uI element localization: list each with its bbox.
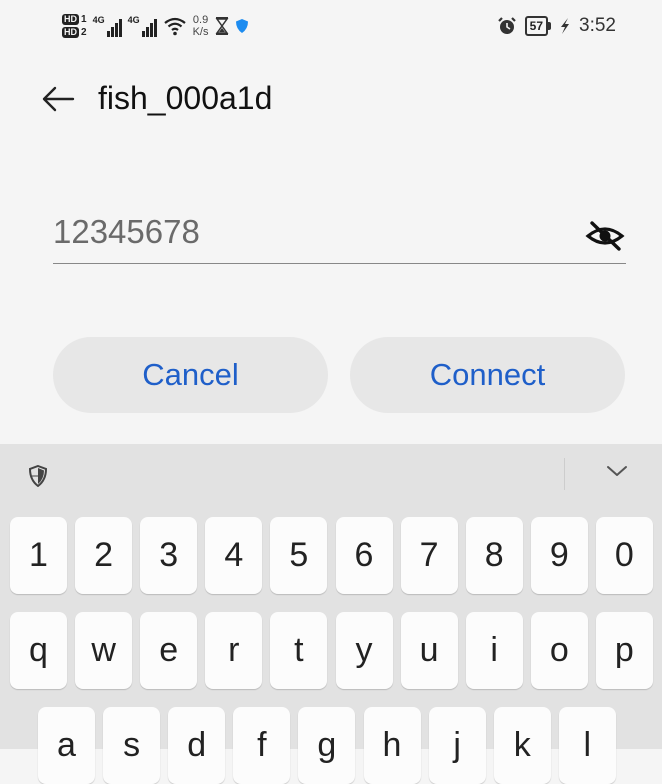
key-w[interactable]: w — [75, 612, 133, 689]
connect-button[interactable]: Connect — [350, 337, 625, 413]
network-type-label: 4G — [92, 15, 105, 25]
network-type-label: 4G — [127, 15, 140, 25]
signal-icon: 4G — [93, 15, 122, 37]
key-j[interactable]: j — [428, 707, 486, 784]
hourglass-icon — [215, 17, 228, 35]
back-button[interactable] — [40, 81, 76, 117]
status-left: HD 1 HD 2 4G 4G 0.9 K/s — [62, 10, 249, 42]
key-i[interactable]: i — [465, 612, 523, 689]
key-q[interactable]: q — [10, 612, 67, 689]
sim-number: 1 — [81, 14, 87, 25]
key-l[interactable]: l — [558, 707, 616, 784]
clock: 3:52 — [579, 15, 616, 36]
speed-unit: K/s — [192, 26, 209, 38]
key-g[interactable]: g — [298, 707, 356, 784]
key-d[interactable]: d — [168, 707, 226, 784]
key-0[interactable]: 0 — [595, 517, 653, 594]
key-e[interactable]: e — [140, 612, 198, 689]
key-2[interactable]: 2 — [75, 517, 133, 594]
arrow-left-icon — [42, 86, 75, 111]
key-3[interactable]: 3 — [140, 517, 198, 594]
key-f[interactable]: f — [233, 707, 291, 784]
password-field[interactable]: 12345678 — [53, 205, 626, 264]
battery-level: 57 — [524, 16, 549, 36]
key-6[interactable]: 6 — [335, 517, 393, 594]
keyboard-shield-icon[interactable] — [28, 465, 48, 487]
wifi-icon — [163, 17, 186, 36]
speed-value: 0.9 — [192, 14, 209, 26]
key-y[interactable]: y — [335, 612, 393, 689]
key-1[interactable]: 1 — [10, 517, 67, 594]
charging-icon — [561, 18, 570, 34]
key-h[interactable]: h — [363, 707, 421, 784]
sim-number: 2 — [81, 27, 87, 38]
hd-badge: HD — [62, 14, 79, 25]
hd-badge: HD — [62, 27, 79, 38]
toggle-visibility-button[interactable] — [584, 215, 626, 257]
sim-indicators: HD 1 HD 2 — [62, 14, 87, 38]
page-header: fish_000a1d — [40, 80, 272, 117]
key-8[interactable]: 8 — [465, 517, 523, 594]
key-7[interactable]: 7 — [400, 517, 458, 594]
key-s[interactable]: s — [103, 707, 161, 784]
cancel-button[interactable]: Cancel — [53, 337, 328, 413]
status-bar: HD 1 HD 2 4G 4G 0.9 K/s 57 3:52 — [0, 0, 662, 50]
status-right: 57 3:52 — [497, 12, 616, 40]
chevron-down-icon[interactable] — [606, 464, 628, 478]
keyboard-toolbar — [0, 444, 662, 510]
key-a[interactable]: a — [38, 707, 95, 784]
keyboard: 1234567890 qwertyuiop asdfghjkl — [0, 444, 662, 784]
toolbar-divider — [564, 458, 565, 490]
key-u[interactable]: u — [400, 612, 458, 689]
alarm-icon — [497, 17, 516, 34]
signal-icon: 4G — [128, 15, 157, 37]
page-title: fish_000a1d — [98, 80, 273, 116]
key-4[interactable]: 4 — [205, 517, 263, 594]
shield-icon — [235, 19, 248, 33]
battery-icon: 57 — [524, 16, 552, 36]
key-9[interactable]: 9 — [530, 517, 588, 594]
key-k[interactable]: k — [493, 707, 551, 784]
password-value[interactable]: 12345678 — [53, 213, 200, 251]
key-r[interactable]: r — [205, 612, 263, 689]
eye-off-icon — [585, 221, 625, 251]
key-t[interactable]: t — [270, 612, 328, 689]
network-speed: 0.9 K/s — [193, 14, 209, 38]
key-o[interactable]: o — [530, 612, 588, 689]
key-p[interactable]: p — [595, 612, 653, 689]
key-5[interactable]: 5 — [270, 517, 328, 594]
